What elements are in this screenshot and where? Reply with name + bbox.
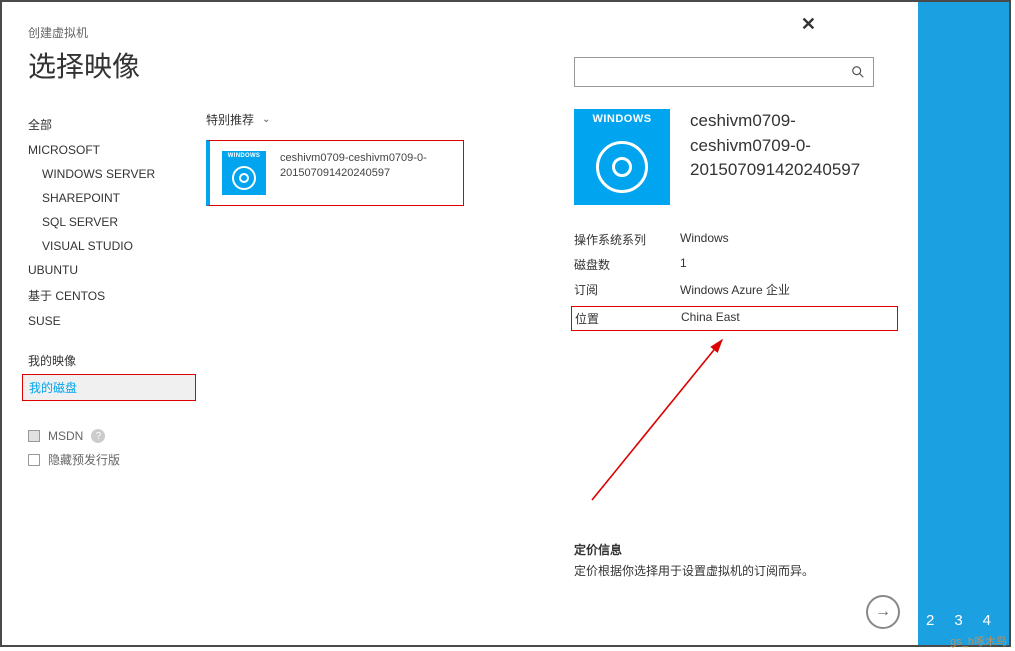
checkbox-icon [28,454,40,466]
sidebar-item-sql-server[interactable]: SQL SERVER [28,210,196,234]
prop-disks-label: 磁盘数 [574,256,680,273]
prop-subscription-value: Windows Azure 企业 [680,281,898,298]
close-icon[interactable]: ✕ [801,14,816,35]
checkbox-icon [28,430,40,442]
windows-disk-icon: WINDOWS [222,151,266,195]
pricing-title: 定价信息 [574,541,898,558]
sidebar-item-visual-studio[interactable]: VISUAL STUDIO [28,234,196,258]
prop-disks-value: 1 [680,256,898,273]
detail-title: ceshivm0709- ceshivm0709-0- 201507091420… [690,109,860,183]
prop-subscription-label: 订阅 [574,281,680,298]
sidebar-item-my-images[interactable]: 我的映像 [28,347,196,374]
search-input[interactable] [574,57,874,87]
arrow-right-icon: → [875,603,891,621]
recommend-dropdown[interactable]: 特别推荐 ⌄ [206,111,270,128]
next-button[interactable]: → [866,595,900,629]
breadcrumb: 创建虚拟机 [28,24,898,41]
sidebar-item-centos[interactable]: 基于 CENTOS [28,282,196,309]
prop-os-value: Windows [680,231,898,248]
sidebar-item-windows-server[interactable]: WINDOWS SERVER [28,162,196,186]
pricing-text: 定价根据你选择用于设置虚拟机的订阅而异。 [574,562,898,579]
disk-image-item[interactable]: WINDOWS ceshivm0709-ceshivm0709-0- 20150… [206,140,464,206]
step-3[interactable]: 3 [954,612,962,629]
prop-os-label: 操作系统系列 [574,231,680,248]
recommend-label: 特别推荐 [206,111,254,128]
sidebar-item-all[interactable]: 全部 [28,111,196,138]
watermark: gs_h啄木鸟 [950,633,1007,649]
chevron-down-icon: ⌄ [262,114,270,125]
wizard-steps-strip: 2 3 4 [918,2,1009,645]
prop-location-row: 位置 China East [571,306,898,331]
prop-location-value: China East [681,310,897,327]
sidebar-item-my-disks[interactable]: 我的磁盘 [22,374,196,401]
sidebar-item-sharepoint[interactable]: SHAREPOINT [28,186,196,210]
step-4[interactable]: 4 [983,612,991,629]
step-2[interactable]: 2 [926,612,934,629]
search-icon [851,65,865,79]
prop-location-label: 位置 [575,310,681,327]
help-icon[interactable]: ? [91,429,105,443]
windows-disk-icon-large: WINDOWS [574,109,670,205]
hide-prerelease-checkbox-row[interactable]: 隐藏预发行版 [28,447,196,472]
category-sidebar: 全部 MICROSOFT WINDOWS SERVER SHAREPOINT S… [28,111,196,625]
msdn-checkbox-row[interactable]: MSDN ? [28,425,196,447]
sidebar-item-suse[interactable]: SUSE [28,309,196,333]
sidebar-item-microsoft[interactable]: MICROSOFT [28,138,196,162]
hide-prerelease-label: 隐藏预发行版 [48,451,120,468]
sidebar-item-ubuntu[interactable]: UBUNTU [28,258,196,282]
disk-image-name: ceshivm0709-ceshivm0709-0- 2015070914202… [280,151,427,182]
msdn-label: MSDN [48,429,83,443]
